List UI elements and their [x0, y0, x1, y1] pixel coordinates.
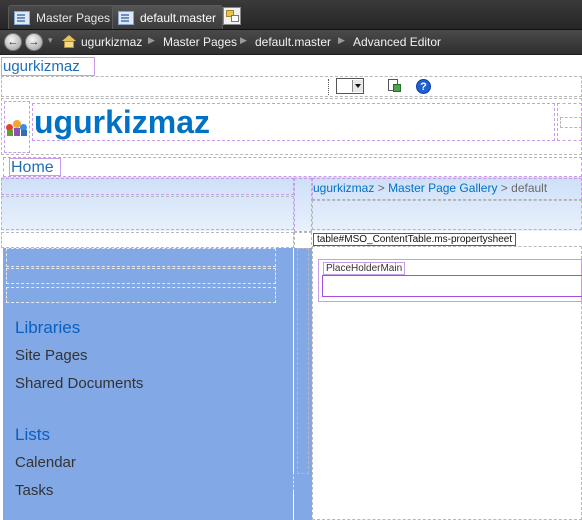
list-page-icon [14, 10, 30, 25]
forward-arrow-icon[interactable]: → [25, 33, 43, 51]
document-tab-bar: Master Pages default.master [0, 0, 582, 30]
page-breadcrumb: ugurkizmaz > Master Page Gallery > defau… [313, 181, 547, 195]
quick-launch-heading-libraries[interactable]: Libraries [15, 318, 80, 338]
breadcrumb-separator-icon: ▶ [338, 35, 345, 45]
top-navigation-container [3, 157, 582, 177]
top-site-name[interactable]: ugurkizmaz [1, 57, 95, 76]
top-nav-home-link[interactable]: Home [9, 158, 61, 176]
quick-launch-heading-lists[interactable]: Lists [15, 425, 50, 445]
inner-spacer-cell [297, 248, 309, 474]
tab-label: default.master [140, 10, 217, 25]
site-actions-dropdown[interactable] [336, 78, 364, 94]
home-icon [62, 35, 76, 48]
site-title[interactable]: ugurkizmaz [32, 103, 555, 141]
help-icon[interactable]: ? [416, 79, 431, 94]
master-page-icon [118, 10, 134, 25]
placeholder-main-region[interactable] [322, 275, 582, 297]
breadcrumb-current-page: default [511, 181, 548, 195]
breadcrumb-default-master[interactable]: default.master [255, 35, 331, 49]
tab-list-icon[interactable] [223, 7, 241, 25]
quick-launch-item-calendar[interactable]: Calendar [15, 454, 76, 471]
quick-launch-panel: Libraries Site Pages Shared Documents Li… [3, 248, 293, 520]
breadcrumb-advanced-editor[interactable]: Advanced Editor [353, 35, 441, 49]
breadcrumb-site[interactable]: ugurkizmaz [81, 35, 142, 49]
page-image-cell [1, 178, 294, 195]
tab-master-pages[interactable]: Master Pages [8, 5, 118, 29]
breadcrumb-separator-icon: ▶ [148, 35, 155, 45]
page-title-cell [312, 200, 582, 230]
site-logo-icon [6, 118, 30, 136]
breadcrumb-site-link[interactable]: ugurkizmaz [313, 181, 374, 195]
divider [328, 79, 329, 95]
breadcrumb-separator: > [500, 181, 508, 195]
breadcrumb-gallery-link[interactable]: Master Page Gallery [388, 181, 497, 195]
tab-default-master[interactable]: default.master [112, 5, 224, 29]
spacer-cell [294, 178, 312, 232]
left-title-cell [1, 196, 294, 230]
content-table-tag-label[interactable]: table#MSO_ContentTable.ms-propertysheet [313, 233, 517, 246]
left-spacer-row [1, 232, 294, 248]
quick-launch-item-tasks[interactable]: Tasks [15, 482, 53, 499]
header-row-container [1, 76, 582, 97]
dropdown-arrow-icon [352, 80, 363, 92]
quick-launch-row [6, 268, 276, 284]
breadcrumb-master-pages[interactable]: Master Pages [163, 35, 237, 49]
search-box[interactable] [560, 117, 582, 128]
placeholder-tag-label[interactable]: PlaceHolderMain [323, 262, 406, 275]
quick-launch-item-site-pages[interactable]: Site Pages [15, 347, 88, 364]
quick-launch-row [6, 287, 276, 303]
quick-launch-row [6, 248, 276, 267]
tab-label: Master Pages [36, 10, 111, 25]
navigation-breadcrumb-bar: ← → ▾ ugurkizmaz ▶ Master Pages ▶ defaul… [0, 30, 582, 55]
page-edit-icon[interactable] [388, 79, 402, 93]
chevron-down-icon[interactable]: ▾ [48, 35, 53, 46]
breadcrumb-separator: > [377, 181, 385, 195]
back-arrow-icon[interactable]: ← [4, 33, 22, 51]
quick-launch-item-shared-documents[interactable]: Shared Documents [15, 375, 143, 392]
breadcrumb-separator-icon: ▶ [240, 35, 247, 45]
